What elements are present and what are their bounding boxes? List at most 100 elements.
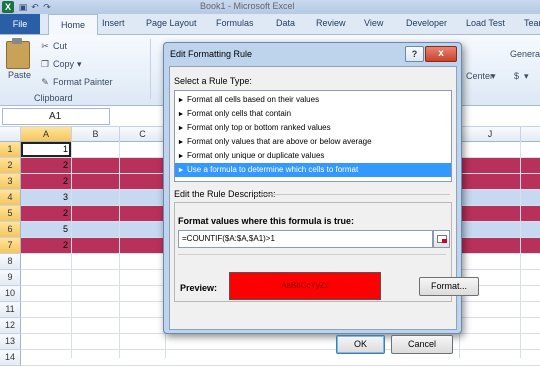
tab-view[interactable]: View xyxy=(364,18,383,28)
copy-icon[interactable]: ❐ xyxy=(40,59,50,69)
section-divider xyxy=(253,194,450,195)
formula-input[interactable]: =COUNTIF($A:$A,$A1)>1 xyxy=(178,230,433,248)
preview-sample-text: AaBbCcYyZz xyxy=(281,281,329,290)
row-header[interactable]: 7 xyxy=(0,238,21,254)
tab-data[interactable]: Data xyxy=(276,18,295,28)
row-header[interactable]: 12 xyxy=(0,318,21,334)
row-header[interactable]: 14 xyxy=(0,350,21,366)
dialog-body: Select a Rule Type: ► Format all cells ba… xyxy=(169,66,479,354)
column-header-b[interactable]: B xyxy=(72,127,120,142)
rule-type-list[interactable]: ► Format all cells based on their values … xyxy=(174,90,452,182)
cell-a[interactable]: 3 xyxy=(21,190,71,205)
format-painter-icon[interactable]: ✎ xyxy=(40,77,50,87)
title-bar: X ▣ ↶ ↷ Book1 - Microsoft Excel xyxy=(0,0,540,14)
merge-center-dropdown-arrow[interactable]: ▾ xyxy=(491,71,496,82)
column-gridline xyxy=(520,141,521,358)
column-header-k[interactable] xyxy=(521,127,540,142)
tab-review[interactable]: Review xyxy=(316,18,346,28)
cell-a[interactable]: 2 xyxy=(21,158,71,173)
row-header[interactable]: 2 xyxy=(0,158,21,174)
cell-a[interactable]: 2 xyxy=(21,206,71,221)
rule-type-item[interactable]: ► Format all cells based on their values xyxy=(175,93,451,107)
window-title: Book1 - Microsoft Excel xyxy=(200,1,295,11)
row-header[interactable]: 9 xyxy=(0,270,21,286)
cell-a[interactable]: 2 xyxy=(21,238,71,253)
paste-icon[interactable] xyxy=(6,41,30,69)
row-header[interactable]: 4 xyxy=(0,190,21,206)
group-divider xyxy=(150,39,151,99)
cut-icon[interactable]: ✂ xyxy=(40,41,50,51)
tab-page-layout[interactable]: Page Layout xyxy=(146,18,197,28)
column-gridline xyxy=(119,141,120,358)
select-all-corner[interactable] xyxy=(0,127,21,142)
cell-a[interactable]: 5 xyxy=(21,222,71,237)
table-row[interactable] xyxy=(21,350,540,366)
arrow-right-icon: ► xyxy=(177,153,185,160)
name-box-value: A1 xyxy=(49,111,62,122)
tab-formulas[interactable]: Formulas xyxy=(216,18,254,28)
format-painter-button[interactable]: Format Painter xyxy=(53,77,113,87)
redo-icon[interactable]: ↷ xyxy=(42,2,52,12)
format-button[interactable]: Format... xyxy=(419,277,479,296)
undo-icon[interactable]: ↶ xyxy=(30,2,40,12)
cell-a[interactable] xyxy=(21,302,71,317)
row-header[interactable]: 8 xyxy=(0,254,21,270)
cell-a[interactable]: 2 xyxy=(21,174,71,189)
row-header[interactable]: 1 xyxy=(0,142,21,158)
arrow-right-icon: ► xyxy=(177,167,185,174)
rule-type-item[interactable]: ► Format only unique or duplicate values xyxy=(175,149,451,163)
rule-type-item[interactable]: ► Format only cells that contain xyxy=(175,107,451,121)
table-row[interactable] xyxy=(21,334,540,350)
help-button[interactable]: ? xyxy=(405,46,424,62)
row-header[interactable]: 6 xyxy=(0,222,21,238)
column-header-a[interactable]: A xyxy=(21,127,72,142)
row-header[interactable]: 3 xyxy=(0,174,21,190)
dialog-title: Edit Formatting Rule xyxy=(170,49,253,59)
cell-a[interactable] xyxy=(21,286,71,301)
rule-type-item[interactable]: ► Format only values that are above or be… xyxy=(175,135,451,149)
edit-formatting-rule-dialog: Edit Formatting Rule ? x Select a Rule T… xyxy=(163,42,479,354)
column-header-j[interactable]: J xyxy=(460,127,521,142)
clipboard-clip-icon xyxy=(12,38,22,44)
close-button[interactable]: x xyxy=(425,46,457,62)
tab-load-test[interactable]: Load Test xyxy=(466,18,505,28)
tab-insert[interactable]: Insert xyxy=(102,18,125,28)
row-header[interactable]: 10 xyxy=(0,286,21,302)
row-header[interactable]: 13 xyxy=(0,334,21,350)
currency-dropdown-arrow[interactable]: ▾ xyxy=(524,71,529,82)
cell-a[interactable]: 1 xyxy=(21,142,71,157)
range-selector-icon[interactable] xyxy=(433,230,450,248)
tab-home[interactable]: Home xyxy=(48,14,98,36)
rule-type-item[interactable]: ► Format only top or bottom ranked values xyxy=(175,121,451,135)
row-header[interactable]: 11 xyxy=(0,302,21,318)
currency-button[interactable]: $ xyxy=(514,71,519,81)
rule-type-item-selected[interactable]: ► Use a formula to determine which cells … xyxy=(175,163,451,177)
tab-team[interactable]: Team xyxy=(524,18,540,28)
copy-dropdown-arrow[interactable]: ▾ xyxy=(77,59,82,70)
cell-a[interactable] xyxy=(21,254,71,269)
copy-button[interactable]: Copy xyxy=(53,59,74,69)
merge-center-button[interactable]: Center xyxy=(466,71,493,81)
cut-button[interactable]: Cut xyxy=(53,41,67,51)
tab-developer[interactable]: Developer xyxy=(406,18,447,28)
tab-file[interactable]: File xyxy=(0,14,40,34)
paste-button-label[interactable]: Paste xyxy=(8,70,31,80)
cell-a[interactable] xyxy=(21,270,71,285)
ribbon-tab-bar: File Home Insert Page Layout Formulas Da… xyxy=(0,14,540,36)
row-header[interactable]: 5 xyxy=(0,206,21,222)
cancel-button[interactable]: Cancel xyxy=(391,335,453,354)
name-box[interactable]: A1 xyxy=(2,108,110,125)
save-icon[interactable]: ▣ xyxy=(18,2,28,12)
column-header-c[interactable]: C xyxy=(120,127,166,142)
cell-a[interactable] xyxy=(21,334,71,349)
arrow-right-icon: ► xyxy=(177,97,185,104)
clipboard-group-label: Clipboard xyxy=(34,93,73,103)
section-divider xyxy=(178,254,446,255)
preview-label: Preview: xyxy=(180,283,218,293)
excel-logo-icon[interactable]: X xyxy=(2,1,14,13)
ok-button[interactable]: OK xyxy=(336,335,385,354)
formula-value: =COUNTIF($A:$A,$A1)>1 xyxy=(182,234,275,243)
number-format-label[interactable]: Genera xyxy=(510,49,540,59)
arrow-right-icon: ► xyxy=(177,125,185,132)
cell-a[interactable] xyxy=(21,318,71,333)
